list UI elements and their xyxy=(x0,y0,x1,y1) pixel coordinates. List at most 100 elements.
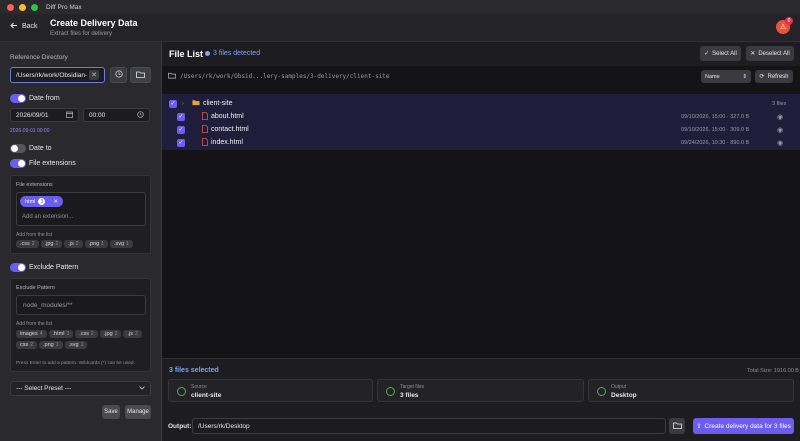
calendar-icon[interactable] xyxy=(66,111,73,120)
path-bar: /Users/rk/work/Obsid...lery-samples/3-de… xyxy=(162,68,800,85)
deselect-all-label: Deselect All xyxy=(758,50,790,57)
refresh-button[interactable]: ⟳ Refresh xyxy=(755,70,793,83)
preview-eye-icon[interactable]: ◉ xyxy=(777,113,783,121)
delivery-footer: 3 files selected Total Size: 1916.00 B S… xyxy=(162,358,800,441)
page-title: Create Delivery Data xyxy=(50,18,138,28)
exclude-option-svg[interactable]: .svg 1 xyxy=(64,341,88,349)
refresh-icon: ⟳ xyxy=(759,74,765,80)
deselect-all-button[interactable]: ✕ Deselect All xyxy=(746,46,794,61)
file-checkbox[interactable]: ✓ xyxy=(177,112,185,121)
exclude-pattern-options: images 4 .html 3 .css 2 .jpg 2 .js 2 css 2 .pn… xyxy=(16,330,148,352)
exclude-option-jpg[interactable]: .jpg 2 xyxy=(99,330,122,338)
file-name: about.html xyxy=(211,113,244,120)
ext-option-png[interactable]: .png 1 xyxy=(84,240,108,248)
file-checkbox[interactable]: ✓ xyxy=(177,125,185,134)
file-checkbox[interactable]: ✓ xyxy=(177,138,185,147)
date-to-toggle[interactable] xyxy=(10,144,26,153)
exclude-option-css-folder[interactable]: css 2 xyxy=(16,341,38,349)
exclude-pattern-input[interactable]: node_modules/** xyxy=(16,295,146,315)
browse-folder-button[interactable] xyxy=(130,67,151,83)
exclude-option-png[interactable]: .png 1 xyxy=(39,341,63,349)
output-folder-button[interactable] xyxy=(669,418,685,434)
arrow-left-icon xyxy=(10,22,18,31)
date-from-time-input[interactable]: 00:00 xyxy=(83,108,150,122)
reference-directory-input[interactable]: /Users/rk/work/Obsidian-gitc ✕ xyxy=(10,67,105,83)
maximize-window-button[interactable] xyxy=(31,3,38,11)
file-tree: ✓ › client-site 3 files ✓ about.html 09/… xyxy=(162,94,800,150)
sidebar: Reference Directory /Users/rk/work/Obsid… xyxy=(0,42,162,441)
manage-presets-button[interactable]: Manage xyxy=(125,405,151,419)
file-list-toolbar: File List 3 files detected ✓ Select All … xyxy=(162,42,800,66)
close-window-button[interactable] xyxy=(7,3,14,11)
sort-select[interactable]: Name ⇕ xyxy=(701,70,751,83)
date-from-toggle[interactable] xyxy=(10,94,26,103)
summary-card-label: Target files xyxy=(400,384,425,390)
extension-input-placeholder[interactable]: Add an extension... xyxy=(22,214,73,220)
file-extensions-add-label: Add from the list xyxy=(16,232,53,238)
file-extensions-toggle[interactable] xyxy=(10,159,26,168)
exclude-option-html[interactable]: .html 3 xyxy=(48,330,74,338)
page-header: Back Create Delivery Data Extract files … xyxy=(0,14,800,42)
exclude-pattern-toggle[interactable] xyxy=(10,263,26,272)
ext-option-jpg[interactable]: .jpg 2 xyxy=(40,240,63,248)
clear-icon[interactable]: ✕ xyxy=(89,70,99,80)
create-delivery-button[interactable]: ⇪ Create delivery data for 3 files xyxy=(693,418,794,434)
check-circle-icon xyxy=(597,387,606,396)
summary-card-target: Target files 3 files xyxy=(377,379,584,402)
window-controls xyxy=(7,3,38,11)
save-preset-button[interactable]: Save xyxy=(102,405,120,419)
history-button[interactable] xyxy=(110,67,127,83)
date-to-label: Date to xyxy=(29,145,52,152)
clock-icon[interactable] xyxy=(137,110,144,120)
folder-icon xyxy=(136,71,145,80)
preset-select[interactable]: --- Select Preset --- xyxy=(10,381,151,396)
file-list-title: File List xyxy=(169,49,204,59)
ext-option-svg[interactable]: .svg 1 xyxy=(110,240,133,248)
clock-icon xyxy=(114,70,123,80)
current-path: /Users/rk/work/Obsid...lery-samples/3-de… xyxy=(180,73,390,80)
refresh-label: Refresh xyxy=(767,73,789,80)
file-icon xyxy=(202,137,208,148)
summary-card-value: Desktop xyxy=(611,392,637,399)
file-row[interactable]: ✓ about.html 09/10/2026, 15:00 · 327.0 B… xyxy=(162,110,800,123)
folder-row[interactable]: ✓ › client-site 3 files xyxy=(162,97,800,110)
remove-tag-icon[interactable]: ✕ xyxy=(53,199,58,205)
file-extensions-panel-label: File extensions xyxy=(16,182,53,188)
total-size: Total Size: 1916.00 B xyxy=(747,368,799,374)
file-row[interactable]: ✓ index.html 09/24/2026, 10:30 · 890.0 B… xyxy=(162,136,800,149)
selected-count: 3 files selected xyxy=(169,367,219,374)
select-all-button[interactable]: ✓ Select All xyxy=(700,46,741,61)
ext-option-js[interactable]: .js 2 xyxy=(64,240,83,248)
exclude-option-js[interactable]: .js 2 xyxy=(123,330,142,338)
file-extensions-input-box[interactable]: html 3 ✕ Add an extension... xyxy=(16,192,146,226)
preview-eye-icon[interactable]: ◉ xyxy=(777,139,783,147)
preset-select-value: --- Select Preset --- xyxy=(16,385,72,392)
back-button[interactable]: Back xyxy=(10,22,38,31)
exclude-pattern-help: Press Enter to add a pattern. Wildcards … xyxy=(16,361,135,366)
folder-checkbox[interactable]: ✓ xyxy=(169,99,177,108)
file-row[interactable]: ✓ contact.html 09/10/2026, 15:00 · 309.0… xyxy=(162,123,800,136)
ext-option-css[interactable]: .css 2 xyxy=(16,240,39,248)
minimize-window-button[interactable] xyxy=(19,3,26,11)
file-icon xyxy=(202,111,208,122)
check-icon: ✓ xyxy=(178,140,184,146)
alert-count-badge: 0 xyxy=(785,17,793,25)
dot-icon xyxy=(205,51,210,56)
preview-eye-icon[interactable]: ◉ xyxy=(777,126,783,134)
file-extensions-options: .css 2 .jpg 2 .js 2 .png 1 .svg 1 xyxy=(16,240,148,251)
warning-icon: ⚠ xyxy=(779,24,787,31)
check-circle-icon xyxy=(386,387,395,396)
exclude-pattern-placeholder: node_modules/** xyxy=(23,301,73,309)
exclude-option-css[interactable]: .css 2 xyxy=(75,330,98,338)
output-path-input[interactable]: /Users/rk/Desktop xyxy=(192,418,666,434)
summary-card-value: 3 files xyxy=(400,392,419,399)
close-icon: ✕ xyxy=(750,51,756,57)
expand-chevron-icon[interactable]: › xyxy=(182,101,184,107)
date-from-hint: 2026-09-01 00:00 xyxy=(10,128,50,134)
output-path-value: /Users/rk/Desktop xyxy=(198,422,250,430)
exclude-option-images[interactable]: images 4 xyxy=(16,330,47,338)
date-from-date-input[interactable]: 2026/09/01 xyxy=(10,108,79,122)
date-from-date-value: 2026/09/01 xyxy=(16,111,49,119)
reference-directory-value: /Users/rk/work/Obsidian-gitc xyxy=(16,71,87,79)
check-circle-icon xyxy=(177,387,186,396)
